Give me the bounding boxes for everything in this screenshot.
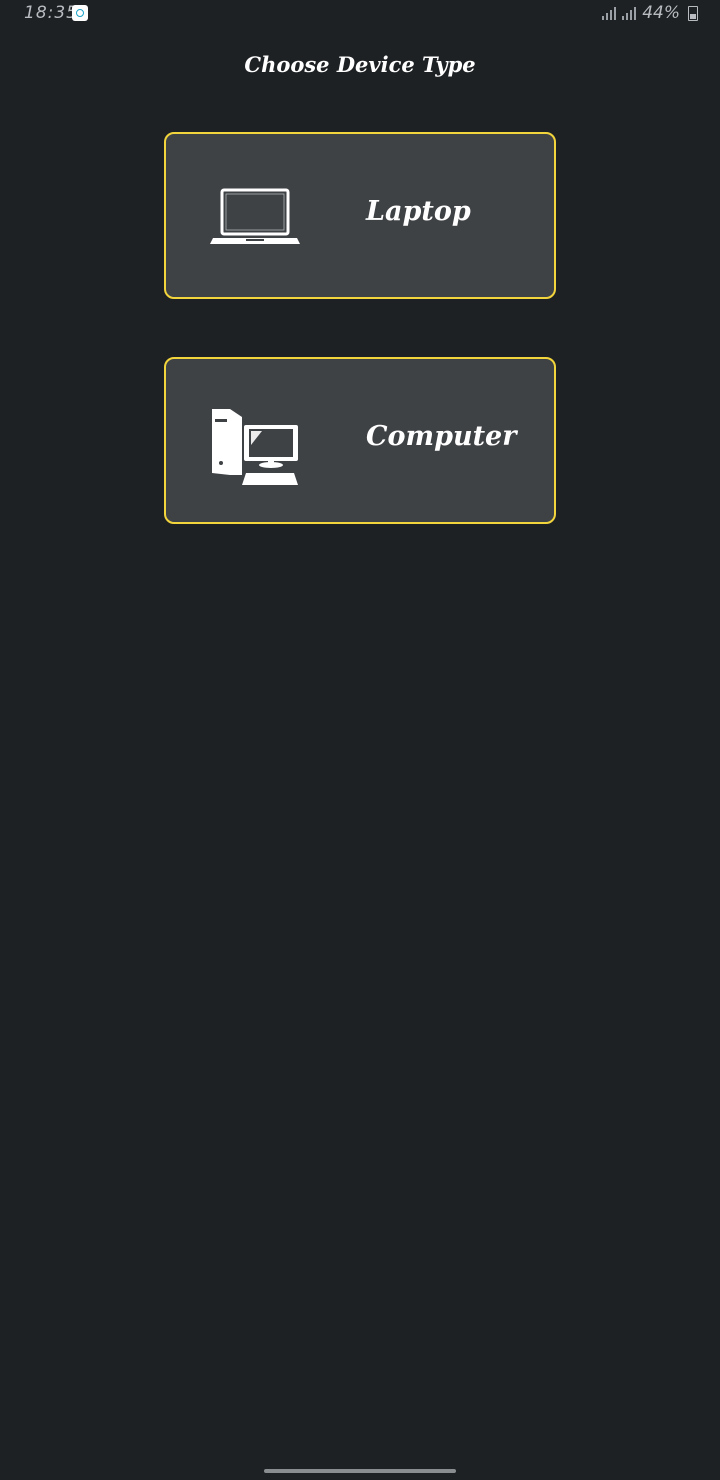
status-bar: 18:35 44% (0, 0, 720, 28)
app-notification-icon (72, 5, 88, 21)
computer-label: Computer (366, 421, 517, 452)
laptop-label: Laptop (366, 196, 471, 227)
signal-icon (602, 6, 617, 20)
desktop-computer-icon (212, 409, 298, 485)
home-indicator[interactable] (264, 1469, 456, 1473)
screen: 18:35 44% Choose Device Type Laptop Comp… (0, 0, 720, 1480)
battery-percent: 44% (642, 3, 680, 23)
battery-icon (688, 5, 698, 21)
status-indicators: 44% (602, 3, 698, 23)
computer-option-button[interactable]: Computer (164, 357, 556, 524)
laptop-option-button[interactable]: Laptop (164, 132, 556, 299)
laptop-icon (210, 188, 300, 244)
signal-icon-2 (622, 6, 637, 20)
status-time: 18:35 (24, 3, 78, 23)
page-title: Choose Device Type (244, 52, 476, 77)
